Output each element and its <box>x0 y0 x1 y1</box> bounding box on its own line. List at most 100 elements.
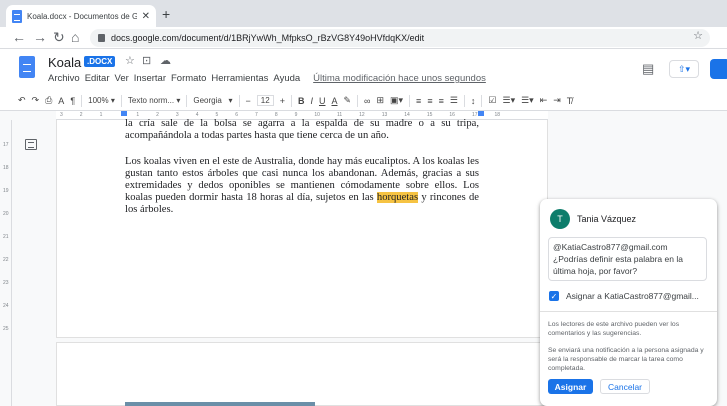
new-tab-icon[interactable]: + <box>162 6 170 22</box>
move-folder-icon[interactable]: ⊡ <box>142 54 151 67</box>
redo-icon[interactable]: ↷ <box>32 95 40 106</box>
link-icon[interactable]: ∞ <box>364 96 370 106</box>
undo-icon[interactable]: ↶ <box>18 95 26 106</box>
file-type-badge: .DOCX <box>84 56 116 67</box>
align-center-icon[interactable]: ≡ <box>427 96 432 106</box>
highlight-icon[interactable]: ✎ <box>344 95 352 106</box>
paragraph[interactable]: Los koalas viven en el este de Australia… <box>125 156 479 216</box>
vruler-mark: 25 <box>3 326 9 332</box>
toolbar-divider <box>81 94 83 107</box>
cloud-status-icon[interactable]: ☁ <box>160 54 171 67</box>
menu-formato[interactable]: Formato <box>171 73 206 84</box>
paragraph[interactable]: la cría sale de la bolsa se agarra a la … <box>125 118 479 142</box>
font-size-increase-icon[interactable]: + <box>280 96 285 106</box>
reload-icon[interactable]: ↻ <box>53 29 65 46</box>
comment-input[interactable]: @KatiaCastro877@gmail.com ¿Podrías defin… <box>548 237 707 281</box>
highlighted-word[interactable]: horquetas <box>376 192 419 203</box>
text-color-icon[interactable]: A <box>331 96 337 106</box>
browser-tab[interactable]: Koala.docx - Documentos de Go ✕ <box>6 5 156 27</box>
numbered-list-icon[interactable]: ☰▾ <box>521 95 534 106</box>
back-icon[interactable]: ← <box>12 29 26 45</box>
ruler-mark: 1 <box>99 112 103 118</box>
font-size-input[interactable]: 12 <box>256 95 274 106</box>
toolbar-divider <box>238 94 240 107</box>
browser-tab-strip: Koala.docx - Documentos de Go ✕ + <box>0 0 727 27</box>
last-edit-link[interactable]: Última modificación hace unos segundos <box>313 73 486 84</box>
vertical-ruler: 17 18 19 20 21 22 23 24 25 <box>0 120 12 406</box>
vruler-mark: 21 <box>3 234 9 240</box>
document-page[interactable] <box>56 120 548 338</box>
style-value: Texto norm... <box>127 96 175 105</box>
bookmark-star-icon[interactable]: ☆ <box>693 29 703 42</box>
decrease-indent-icon[interactable]: ⇤ <box>540 95 548 106</box>
menu-bar: Archivo Editar Ver Insertar Formato Herr… <box>48 73 486 84</box>
print-icon[interactable]: ⎙ <box>45 95 52 106</box>
koala-image[interactable] <box>125 402 315 406</box>
checklist-icon[interactable]: ☑ <box>488 95 496 106</box>
clear-formatting-icon[interactable]: T̸ <box>567 96 573 106</box>
right-indent-marker[interactable] <box>478 111 484 116</box>
vruler-mark: 18 <box>3 165 9 171</box>
menu-ayuda[interactable]: Ayuda <box>273 73 300 84</box>
font-select[interactable]: Georgia ▾ <box>193 96 232 105</box>
formatting-toolbar: ↶ ↷ ⎙ A ¶ 100% ▾ Texto norm... ▾ Georgia… <box>0 91 727 111</box>
zoom-select[interactable]: 100% ▾ <box>88 96 115 105</box>
divider <box>540 311 717 312</box>
align-right-icon[interactable]: ≡ <box>439 96 444 106</box>
vruler-mark: 22 <box>3 257 9 263</box>
cancel-button[interactable]: Cancelar <box>600 379 650 394</box>
menu-herramientas[interactable]: Herramientas <box>211 73 268 84</box>
increase-indent-icon[interactable]: ⇥ <box>553 95 561 106</box>
star-icon[interactable]: ☆ <box>125 54 135 67</box>
toolbar-divider <box>120 94 122 107</box>
ruler-mark: 3 <box>60 112 63 118</box>
insert-image-icon[interactable]: ▣▾ <box>390 95 403 106</box>
docs-header: Koala .DOCX ☆ ⊡ ☁ Archivo Editar Ver Ins… <box>0 49 727 91</box>
vruler-mark: 20 <box>3 211 9 217</box>
vruler-mark: 17 <box>3 142 9 148</box>
visibility-note: Los lectores de este archivo pueden ver … <box>548 321 680 337</box>
close-icon[interactable]: ✕ <box>142 11 150 22</box>
vruler-mark: 23 <box>3 280 9 286</box>
font-size-decrease-icon[interactable]: − <box>246 96 251 106</box>
spellcheck-icon[interactable]: A <box>58 96 64 106</box>
menu-archivo[interactable]: Archivo <box>48 73 80 84</box>
underline-icon[interactable]: U <box>319 96 326 106</box>
address-bar-row: ← → ↻ ⌂ docs.google.com/document/d/1BRjY… <box>0 27 727 49</box>
add-comment-icon[interactable]: ⊞ <box>376 95 384 106</box>
assign-button[interactable]: Asignar <box>548 379 593 394</box>
line-spacing-icon[interactable]: ↕ <box>471 96 476 106</box>
forward-icon[interactable]: → <box>33 29 47 45</box>
align-justify-icon[interactable]: ☰ <box>450 95 458 106</box>
toolbar-divider <box>186 94 188 107</box>
present-button[interactable]: ⇧▾ <box>669 60 699 78</box>
home-icon[interactable]: ⌂ <box>71 29 79 45</box>
menu-insertar[interactable]: Insertar <box>134 73 166 84</box>
vruler-mark: 19 <box>3 188 9 194</box>
assign-checkbox[interactable]: ✓ <box>549 291 559 301</box>
assign-label[interactable]: Asignar a KatiaCastro877@gmail... <box>566 291 711 301</box>
italic-icon[interactable]: I <box>310 96 313 106</box>
toolbar-divider <box>409 94 411 107</box>
comment-history-icon[interactable]: ▤ <box>642 61 654 77</box>
avatar: T <box>550 209 570 229</box>
bold-icon[interactable]: B <box>298 96 305 106</box>
ruler-mark: 18 <box>494 112 501 118</box>
menu-editar[interactable]: Editar <box>85 73 110 84</box>
zoom-value: 100% <box>88 96 109 105</box>
docs-logo-icon[interactable] <box>19 56 35 78</box>
ruler-mark: 2 <box>79 112 83 118</box>
menu-ver[interactable]: Ver <box>115 73 129 84</box>
left-indent-marker[interactable] <box>121 111 127 116</box>
assignment-note: Se enviará una notificación a la persona… <box>548 347 704 372</box>
share-button[interactable] <box>710 59 727 79</box>
url-field[interactable]: docs.google.com/document/d/1BRjYwWh_Mfpk… <box>90 29 710 47</box>
paint-format-icon[interactable]: ¶ <box>70 96 75 106</box>
document-outline-icon[interactable] <box>25 139 37 150</box>
align-left-icon[interactable]: ≡ <box>416 96 421 106</box>
document-title[interactable]: Koala <box>48 55 81 70</box>
document-page-next[interactable] <box>56 342 548 406</box>
bulleted-list-icon[interactable]: ☰▾ <box>503 95 516 106</box>
style-select[interactable]: Texto norm... ▾ <box>128 96 181 105</box>
toolbar-divider <box>481 94 483 107</box>
